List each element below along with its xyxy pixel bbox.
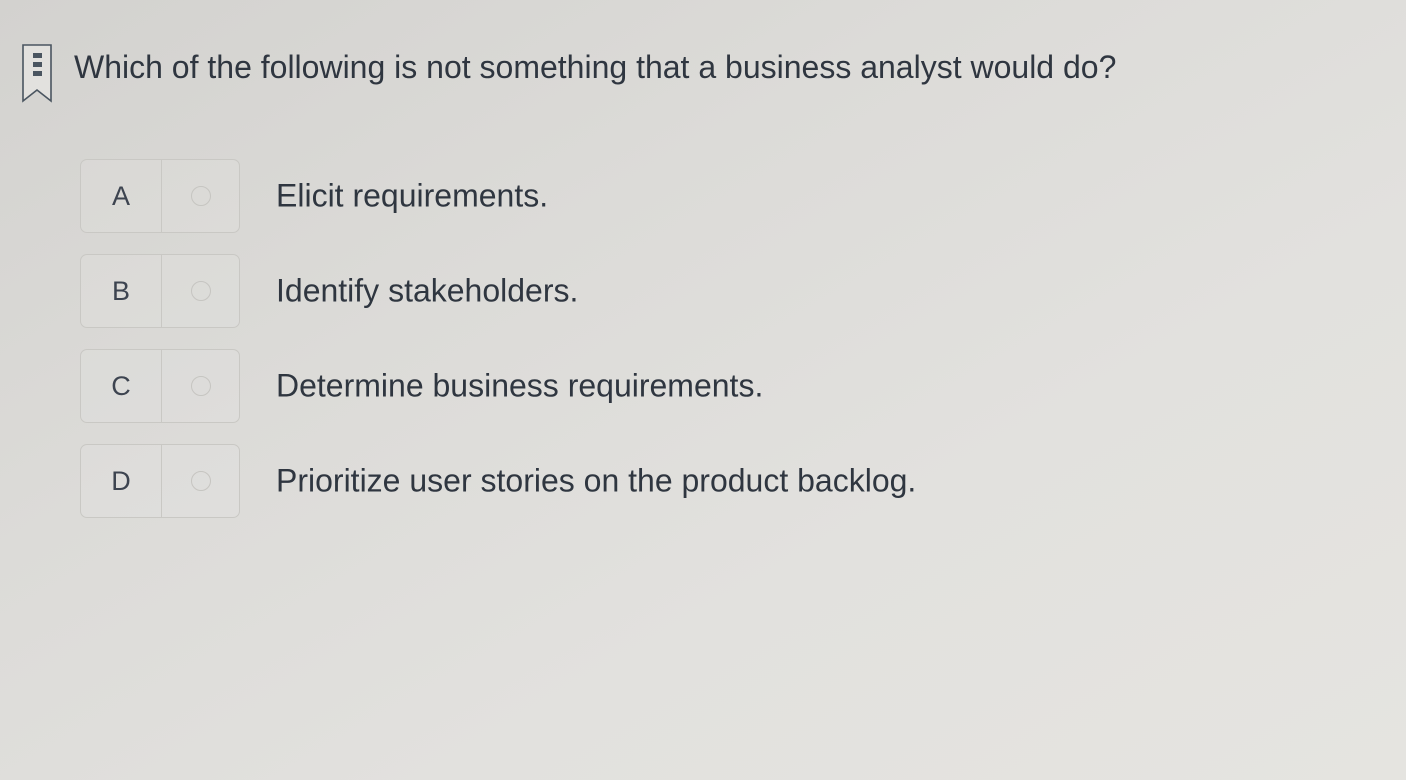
radio-button[interactable]	[190, 471, 211, 491]
radio-button[interactable]	[190, 376, 211, 396]
option-text[interactable]: Elicit requirements.	[276, 178, 548, 215]
radio-cell[interactable]	[162, 445, 239, 517]
option-a[interactable]: A Elicit requirements.	[80, 158, 548, 234]
radio-button[interactable]	[190, 281, 211, 301]
option-letter: C	[81, 350, 162, 422]
radio-cell[interactable]	[162, 350, 239, 422]
radio-cell[interactable]	[162, 255, 239, 327]
radio-cell[interactable]	[162, 160, 239, 232]
choice-box[interactable]: D	[80, 444, 240, 518]
choice-box[interactable]: B	[80, 254, 240, 328]
option-c[interactable]: C Determine business requirements.	[80, 348, 763, 424]
option-text[interactable]: Prioritize user stories on the product b…	[276, 463, 916, 500]
choice-box[interactable]: C	[80, 349, 240, 423]
question-text: Which of the following is not something …	[74, 49, 1117, 85]
option-letter: A	[81, 160, 162, 232]
option-letter: D	[81, 445, 162, 517]
option-text[interactable]: Determine business requirements.	[276, 368, 763, 405]
option-text[interactable]: Identify stakeholders.	[276, 273, 578, 310]
choice-box[interactable]: A	[80, 159, 240, 233]
option-letter: B	[81, 255, 162, 327]
radio-button[interactable]	[190, 186, 211, 206]
option-d[interactable]: D Prioritize user stories on the product…	[80, 443, 916, 519]
answer-options: A Elicit requirements. B Identify stakeh…	[80, 158, 916, 538]
option-b[interactable]: B Identify stakeholders.	[80, 253, 578, 329]
bookmark-flag-icon[interactable]	[22, 44, 52, 104]
